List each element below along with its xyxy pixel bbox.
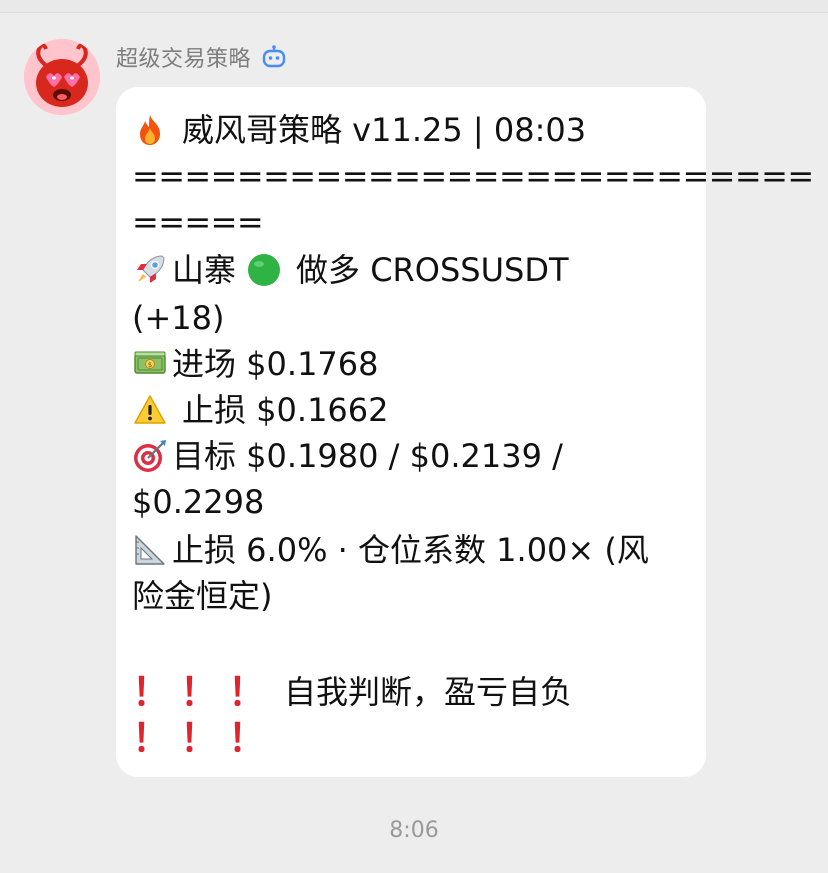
signal-leverage-line: (+18) <box>132 295 225 341</box>
rocket-icon <box>132 252 168 288</box>
target-price-3: $0.2298 <box>132 483 265 521</box>
message-bubble[interactable]: 威风哥策略 v11.25 | 08:03 ===================… <box>116 87 814 777</box>
target-line-2: $0.2298 <box>132 479 264 525</box>
signal-direction: 做多 CROSSUSDT <box>296 251 569 289</box>
entry-line: $ 进场 $0.1768 <box>132 341 379 387</box>
separator-line-1: ========================== <box>132 153 814 199</box>
warning-line-2: ！ ！ ！ <box>132 715 276 761</box>
entry-price: 进场 $0.1768 <box>172 345 379 383</box>
exclamation-mark-5: ！ <box>180 716 219 760</box>
signal-line: 山寨 做多 CROSSUSDT <box>132 247 569 293</box>
message-title-line: 威风哥策略 v11.25 | 08:03 <box>132 107 586 153</box>
warning-line: ！ ！ ！ 自我判断，盈亏自负 <box>132 669 572 715</box>
exclamation-mark-6: ！ <box>228 716 267 760</box>
separator-text-1: ========================== <box>132 157 814 195</box>
exclamation-mark-4: ！ <box>132 716 171 760</box>
fire-icon <box>132 112 168 148</box>
sender-name[interactable]: 超级交易策略 <box>116 41 251 73</box>
risk-line-2: 险金恒定) <box>132 573 273 619</box>
risk-line: 止损 6.0% · 仓位系数 1.00× (风 <box>132 527 649 573</box>
separator-line-2: ===== <box>132 199 264 245</box>
avatar[interactable] <box>24 39 100 115</box>
target-prices: 目标 $0.1980 / $0.2139 / <box>172 437 563 475</box>
green-circle-icon <box>246 252 282 288</box>
message-timestamp: 8:06 <box>389 818 439 843</box>
risk-details: 止损 6.0% · 仓位系数 1.00× (风 <box>172 531 649 569</box>
target-icon <box>132 438 168 474</box>
separator-text-2: ===== <box>132 203 264 241</box>
stop-loss-line: 止损 $0.1662 <box>132 387 389 433</box>
risk-details-2: 险金恒定) <box>132 577 273 615</box>
message-title: 威风哥策略 v11.25 | 08:03 <box>182 111 587 149</box>
exclamation-mark-3: ！ <box>228 670 267 714</box>
signal-leverage: (+18) <box>132 299 225 337</box>
lobster-avatar-icon <box>24 39 100 115</box>
exclamation-mark-1: ！ <box>132 670 171 714</box>
svg-text:$: $ <box>148 361 152 369</box>
money-icon: $ <box>132 346 168 382</box>
warning-text: 自我判断，盈亏自负 <box>284 673 573 711</box>
signal-category: 山寨 <box>172 251 237 289</box>
sender-row: 超级交易策略 <box>116 40 287 74</box>
stop-loss-price: 止损 $0.1662 <box>182 391 389 429</box>
warning-icon <box>132 392 168 428</box>
robot-icon <box>261 44 287 70</box>
top-divider <box>0 0 828 13</box>
triangle-ruler-icon <box>132 532 168 568</box>
exclamation-mark-2: ！ <box>180 670 219 714</box>
target-line: 目标 $0.1980 / $0.2139 / <box>132 433 563 479</box>
